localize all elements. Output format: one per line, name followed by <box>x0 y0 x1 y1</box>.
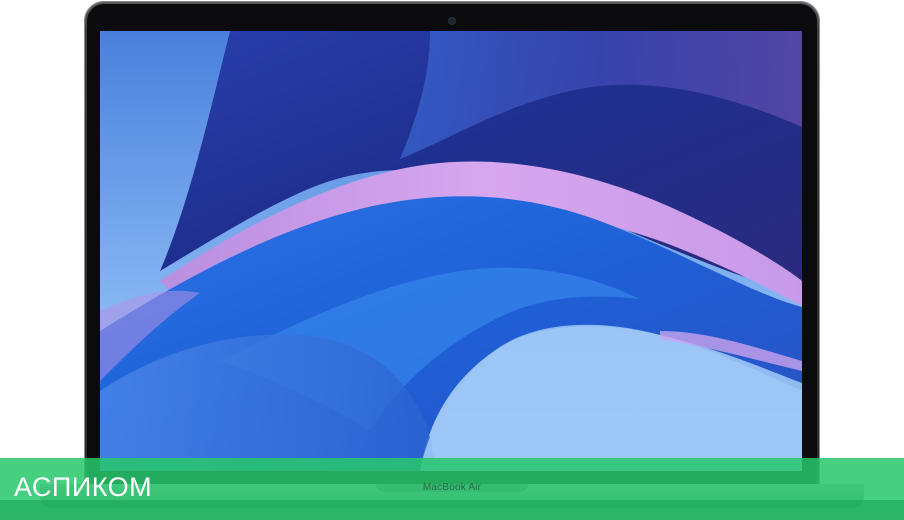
brand-watermark-shade <box>0 500 904 520</box>
camera-icon <box>449 18 455 24</box>
brand-watermark-text: АСПИКОМ <box>14 472 153 502</box>
laptop-screen <box>100 31 802 471</box>
wallpaper-art <box>100 31 802 471</box>
product-image: MacBook Air АСПИКОМ <box>0 0 904 520</box>
